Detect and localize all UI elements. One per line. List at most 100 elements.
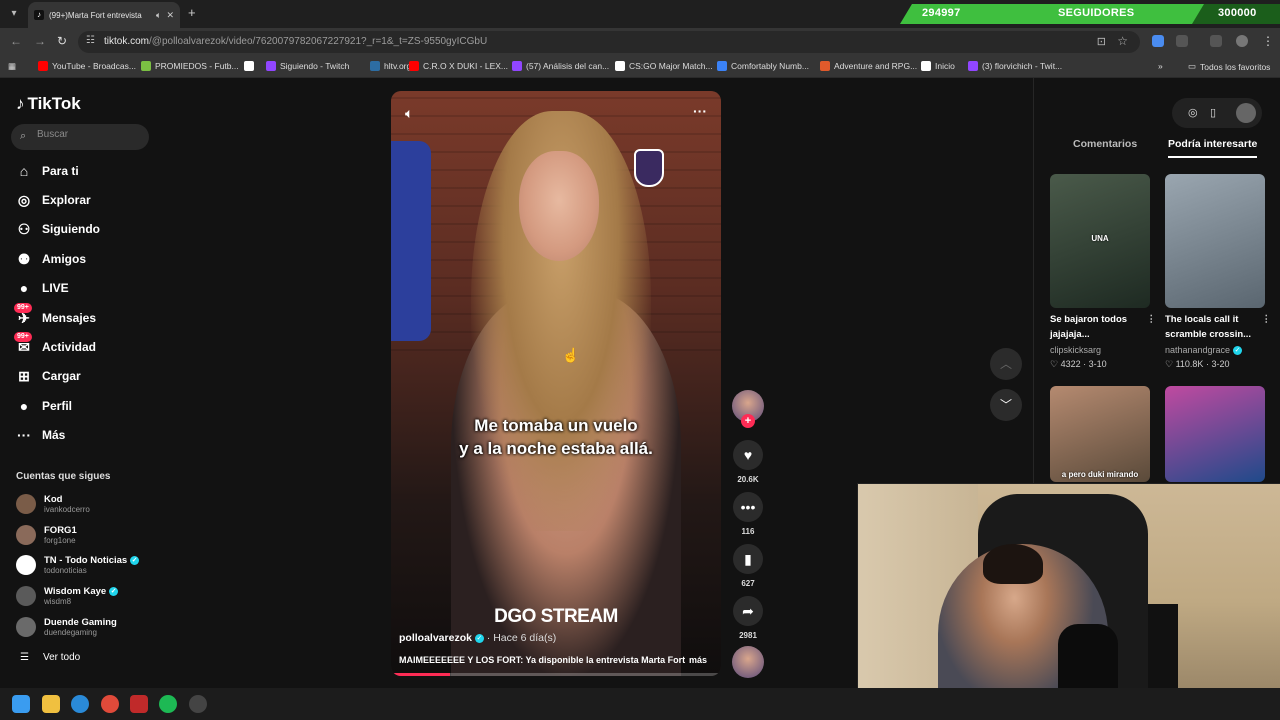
bookmark-item[interactable]: C.R.O X DUKI - LEX...	[409, 61, 508, 71]
video-options-icon[interactable]: ···	[693, 103, 707, 119]
sidebar-item[interactable]: ◎ Explorar	[16, 189, 91, 211]
tab-search-chevron-icon[interactable]: ▾	[6, 6, 22, 22]
bookmark-item[interactable]: hltv.org	[370, 61, 411, 71]
url-bar[interactable]: ☷ tiktok.com/@polloalvarezok/video/76200…	[78, 31, 1140, 53]
bookmark-label: Adventure and RPG...	[834, 61, 918, 71]
bookmark-favicon-icon	[370, 61, 380, 71]
bookmark-item[interactable]: YouTube - Broadcas...	[38, 61, 136, 71]
video-player[interactable]: 🔈︎ ··· Me tomaba un vuelo y a la noche e…	[391, 91, 721, 676]
sidebar-item[interactable]: ✉ 99+ Actividad	[14, 332, 96, 358]
sound-disc-avatar[interactable]	[732, 646, 764, 678]
file-explorer-icon[interactable]	[42, 695, 60, 713]
tab-comments[interactable]: Comentarios	[1073, 138, 1137, 156]
bookmark-item[interactable]: PROMIEDOS - Futb...	[141, 61, 239, 71]
account-handle: wisdm8	[44, 597, 72, 606]
followed-account[interactable]: Wisdom Kaye ✓ wisdm8	[16, 586, 119, 606]
tab-close-icon[interactable]: ✕	[166, 10, 174, 21]
app-icon[interactable]	[130, 695, 148, 713]
edge-browser-icon[interactable]	[71, 695, 89, 713]
sidebar-item[interactable]: ⊞ Cargar	[16, 365, 81, 387]
sidebar-item[interactable]: ● Perfil	[16, 395, 72, 417]
sidebar-item[interactable]: ⌂ Para ti	[16, 160, 79, 182]
tiktok-logo[interactable]: ♪ TikTok	[16, 94, 81, 114]
suggested-author[interactable]: nathanandgrace ✓	[1165, 345, 1243, 356]
previous-video-chevron-up-icon[interactable]: ︿	[990, 348, 1022, 380]
steam-icon[interactable]	[189, 695, 207, 713]
profile-avatar-icon[interactable]	[1236, 35, 1248, 47]
followed-account[interactable]: Kod ivankodcerro	[16, 494, 90, 514]
verified-icon: ✓	[109, 586, 119, 596]
video-progress-bar[interactable]	[391, 673, 721, 676]
followed-account[interactable]: FORG1 forg1one	[16, 525, 77, 545]
stream-watermark: DGO STREAM	[494, 606, 618, 627]
sidebar-item[interactable]: ⚉ Amigos	[16, 248, 86, 270]
apps-grid-icon[interactable]: ▦	[8, 61, 16, 72]
extension-icon[interactable]	[1152, 35, 1164, 47]
explore-compass-icon[interactable]: ◎	[1188, 106, 1198, 119]
comment-action[interactable]: ••• 116	[732, 492, 764, 536]
bookmarks-overflow-icon[interactable]: »	[1158, 61, 1163, 71]
see-all-link[interactable]: ☰ Ver todo	[20, 652, 80, 663]
install-app-icon[interactable]: ⊡	[1097, 35, 1106, 48]
browser-tab-active[interactable]: ♪ (99+)Marta Fort entrevista 🔈︎ ✕	[28, 2, 180, 28]
chrome-browser-icon[interactable]	[101, 695, 119, 713]
share-icon[interactable]: ➦	[733, 596, 763, 626]
bookmark-item[interactable]: (3) florvichich - Twit...	[968, 61, 1062, 71]
suggested-video-thumbnail[interactable]	[1165, 386, 1265, 482]
video-author[interactable]: polloalvarezok	[399, 632, 472, 644]
like-action[interactable]: ♥ 20.6K	[732, 440, 764, 484]
tab-audio-icon[interactable]: 🔈︎	[156, 10, 161, 21]
save-action[interactable]: ▮ 627	[732, 544, 764, 588]
suggested-video-thumbnail[interactable]: UNA	[1050, 174, 1150, 308]
share-action[interactable]: ➦ 2981	[732, 596, 764, 640]
spotify-icon[interactable]	[159, 695, 177, 713]
heart-icon[interactable]: ♥	[733, 440, 763, 470]
new-tab-plus-icon[interactable]: +	[188, 5, 196, 20]
bookmark-star-icon[interactable]: ☆	[1117, 34, 1128, 48]
menu-kebab-icon[interactable]: ⋮	[1262, 34, 1274, 48]
sidebar-item[interactable]: ⚇ Siguiendo	[16, 218, 100, 240]
start-windows-icon[interactable]	[12, 695, 30, 713]
more-options-icon[interactable]: ⋮	[1262, 312, 1272, 327]
more-options-icon[interactable]: ⋮	[1147, 312, 1157, 327]
volume-icon[interactable]: 🔈︎	[405, 105, 413, 122]
next-video-chevron-down-icon[interactable]: ﹀	[990, 389, 1022, 421]
reload-icon[interactable]: ↻	[57, 34, 67, 48]
forward-arrow-icon[interactable]: →	[34, 34, 46, 48]
more-link[interactable]: más	[689, 655, 707, 665]
bookmark-item[interactable]: Inicio	[921, 61, 955, 71]
bookmark-item[interactable]: Siguiendo - Twitch	[266, 61, 349, 71]
back-arrow-icon[interactable]: ←	[10, 34, 22, 48]
comment-icon[interactable]: •••	[733, 492, 763, 522]
site-info-icon[interactable]: ☷	[86, 35, 95, 46]
bookmark-item[interactable]: (57) Análisis del can...	[512, 61, 609, 71]
bookmark-item[interactable]: Adventure and RPG...	[820, 61, 917, 71]
suggested-author[interactable]: clipskicksarg	[1050, 345, 1101, 355]
followed-account[interactable]: TN - Todo Noticias ✓ todonoticias	[16, 555, 140, 575]
tab-suggested[interactable]: Podría interesarte	[1168, 138, 1258, 158]
follow-plus-icon[interactable]: +	[741, 414, 755, 428]
bookmark-label: C.R.O X DUKI - LEX...	[423, 61, 509, 71]
search-input[interactable]	[37, 129, 137, 140]
sidebar-item[interactable]: ··· Más	[16, 424, 65, 446]
media-controls-icon[interactable]	[1210, 35, 1222, 47]
sidebar-item[interactable]: ● LIVE	[16, 277, 69, 299]
phone-icon[interactable]: ▯	[1210, 106, 1216, 119]
activity-icon: ✉ 99+	[14, 332, 32, 355]
sidebar-item[interactable]: ✈ 99+ Mensajes	[14, 303, 96, 329]
suggested-video-title[interactable]: The locals call it scramble crossin... ⋮	[1165, 312, 1275, 342]
suggested-video-thumbnail[interactable]	[1165, 174, 1265, 308]
all-bookmarks-folder[interactable]: ▭ Todos los favoritos	[1188, 61, 1270, 72]
suggested-video-thumbnail[interactable]: a pero duki mirando	[1050, 386, 1150, 482]
extensions-puzzle-icon[interactable]	[1176, 35, 1188, 47]
user-avatar[interactable]	[1236, 103, 1256, 123]
bookmark-item[interactable]	[244, 61, 258, 71]
bookmark-item[interactable]: Comfortably Numb...	[717, 61, 809, 71]
followed-account[interactable]: Duende Gaming duendegaming	[16, 617, 117, 637]
suggested-video-title[interactable]: Se bajaron todos jajajaja... ⋮	[1050, 312, 1160, 342]
sidebar-item-label: Cargar	[42, 369, 81, 383]
creator-avatar[interactable]: +	[732, 390, 764, 428]
bookmark-item[interactable]: CS:GO Major Match...	[615, 61, 713, 71]
search-box[interactable]: ⌕	[11, 124, 149, 150]
bookmark-icon[interactable]: ▮	[733, 544, 763, 574]
